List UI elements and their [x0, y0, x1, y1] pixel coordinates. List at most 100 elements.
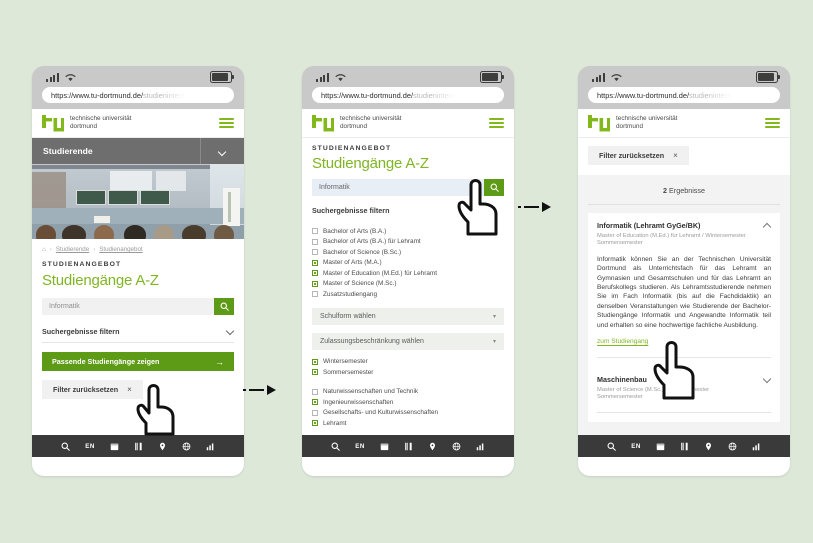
search-icon[interactable]: [331, 442, 341, 451]
checkbox-row[interactable]: Wintersemester: [312, 357, 504, 368]
select-schulform-label: Schulform wählen: [320, 312, 376, 320]
checkbox-row[interactable]: Ingenieurwissenschaften: [312, 397, 504, 408]
language-icon[interactable]: EN: [85, 443, 94, 450]
search-button[interactable]: [214, 298, 234, 315]
checkbox[interactable]: [312, 228, 318, 235]
globe-icon[interactable]: [182, 442, 191, 451]
section-bar[interactable]: Studierende: [32, 138, 244, 164]
breadcrumb-item-studienangebot[interactable]: Studienangebot: [99, 246, 142, 253]
result-link-zum-studiengang[interactable]: zum Studiengang: [597, 338, 648, 345]
checkbox-row[interactable]: Sommersemester: [312, 367, 504, 378]
filter-heading-label: Suchergebnisse filtern: [312, 206, 390, 215]
logo-line-2: dortmund: [616, 123, 643, 130]
home-icon[interactable]: ⌂: [42, 246, 46, 253]
checkbox[interactable]: [312, 249, 318, 256]
search-icon: [220, 302, 229, 311]
breadcrumb-item-studierende[interactable]: Studierende: [56, 246, 89, 253]
checkbox[interactable]: [312, 358, 318, 365]
calendar-icon[interactable]: [656, 442, 665, 451]
site-header: technische universität dortmund: [302, 109, 514, 138]
globe-icon[interactable]: [452, 442, 461, 451]
reset-filter-button[interactable]: Filter zurücksetzen ×: [588, 146, 689, 165]
checkbox-label: Ingenieurwissenschaften: [323, 398, 394, 406]
checkbox-row[interactable]: Master of Arts (M.A.): [312, 258, 504, 269]
checkbox-row[interactable]: Naturwissenschaften und Technik: [312, 387, 504, 398]
breadcrumb-separator-2: ›: [93, 246, 96, 253]
page-kicker: STUDIENANGEBOT: [42, 261, 122, 268]
url-text: https://www.tu-dortmund.de/: [321, 90, 414, 100]
checkbox-row[interactable]: Bachelor of Arts (B.A.) für Lehramt: [312, 237, 504, 248]
chart-icon[interactable]: [476, 442, 485, 451]
tu-dortmund-logo[interactable]: technische universität dortmund: [42, 114, 131, 132]
calendar-icon[interactable]: [380, 442, 389, 451]
result-title: Informatik (Lehramt GyGe/BK): [597, 221, 701, 230]
chevron-down-icon[interactable]: [764, 375, 771, 384]
checkbox-row[interactable]: Master of Education (M.Ed.) für Lehramt: [312, 268, 504, 279]
show-matching-programs-button[interactable]: Passende Studiengänge zeigen →: [42, 352, 234, 371]
canteen-icon[interactable]: [680, 442, 689, 451]
breadcrumb-separator-1: ›: [49, 246, 52, 253]
checkbox-label: Lehramt: [323, 419, 347, 427]
result-subtitle-line2: Sommersemester: [597, 394, 643, 401]
location-pin-icon[interactable]: [428, 442, 437, 451]
status-bar: [302, 66, 514, 86]
result-subtitle: Master of Education (M.Ed.) für Lehramt …: [597, 233, 771, 248]
filter-accordion[interactable]: Suchergebnisse filtern: [42, 320, 234, 343]
checkbox[interactable]: [312, 409, 318, 416]
canteen-icon[interactable]: [404, 442, 413, 451]
result-subtitle-line1: Master of Education (M.Ed.) für Lehramt …: [597, 233, 746, 239]
address-bar[interactable]: https://www.tu-dortmund.de/studienintere…: [312, 87, 504, 103]
result-title-row[interactable]: Informatik (Lehramt GyGe/BK): [597, 221, 771, 230]
checkbox[interactable]: [312, 420, 318, 427]
search-icon[interactable]: [607, 442, 617, 451]
hamburger-menu-icon[interactable]: [765, 117, 780, 129]
tu-logo-mark: [312, 114, 334, 131]
chevron-down-icon[interactable]: [200, 138, 233, 164]
checkbox[interactable]: [312, 238, 318, 245]
result-count-label: Ergebnisse: [669, 186, 705, 195]
calendar-icon[interactable]: [110, 442, 119, 451]
subject-filter-group: Naturwissenschaften und Technik Ingenieu…: [312, 387, 504, 429]
phone-bottom-2: [302, 457, 514, 476]
checkbox[interactable]: [312, 369, 318, 376]
checkbox-row[interactable]: Bachelor of Science (B.Sc.): [312, 247, 504, 258]
select-zulassungsbeschraenkung[interactable]: Zulassungsbeschränkung wählen ▾: [312, 332, 504, 350]
address-bar[interactable]: https://www.tu-dortmund.de/studienintere…: [42, 87, 234, 103]
location-pin-icon[interactable]: [158, 442, 167, 451]
browser-viewport-2: technische universität dortmund STUDIENA…: [302, 109, 514, 457]
chart-icon[interactable]: [206, 442, 215, 451]
tu-dortmund-logo[interactable]: technische universität dortmund: [312, 114, 401, 132]
logo-line-1: technische universität: [616, 115, 678, 122]
result-description: Informatik können Sie an der Technischen…: [597, 255, 771, 329]
checkbox-row[interactable]: Zusatzstudiengang: [312, 289, 504, 300]
language-icon[interactable]: EN: [631, 443, 640, 450]
checkbox-row[interactable]: Gesellschafts- und Kulturwissenschaften: [312, 408, 504, 419]
chart-icon[interactable]: [752, 442, 761, 451]
globe-icon[interactable]: [728, 442, 737, 451]
checkbox[interactable]: [312, 270, 318, 277]
search-icon[interactable]: [61, 442, 71, 451]
reset-filter-button[interactable]: Filter zurücksetzen ×: [42, 380, 143, 399]
checkbox[interactable]: [312, 399, 318, 406]
checkbox[interactable]: [312, 259, 318, 266]
canteen-icon[interactable]: [134, 442, 143, 451]
wifi-icon: [65, 73, 75, 81]
search-input[interactable]: Informatik: [42, 298, 214, 315]
footer-icon-bar: EN: [32, 435, 244, 457]
location-pin-icon[interactable]: [704, 442, 713, 451]
checkbox[interactable]: [312, 388, 318, 395]
page-title: Studiengänge A-Z: [42, 272, 159, 289]
chevron-up-icon[interactable]: [764, 221, 771, 230]
checkbox-row[interactable]: Master of Science (M.Sc.): [312, 279, 504, 290]
checkbox[interactable]: [312, 291, 318, 298]
select-schulform[interactable]: Schulform wählen ▾: [312, 307, 504, 325]
hamburger-menu-icon[interactable]: [489, 117, 504, 129]
tu-dortmund-logo[interactable]: technische universität dortmund: [588, 114, 678, 132]
phone-mockup-3: https://www.tu-dortmund.de/studienintere…: [578, 66, 790, 476]
language-icon[interactable]: EN: [355, 443, 364, 450]
checkbox-label: Bachelor of Arts (B.A.) für Lehramt: [323, 238, 421, 246]
checkbox-row[interactable]: Lehramt: [312, 418, 504, 429]
hamburger-menu-icon[interactable]: [219, 117, 234, 129]
address-bar[interactable]: https://www.tu-dortmund.de/studienintere…: [588, 87, 780, 103]
checkbox[interactable]: [312, 280, 318, 287]
